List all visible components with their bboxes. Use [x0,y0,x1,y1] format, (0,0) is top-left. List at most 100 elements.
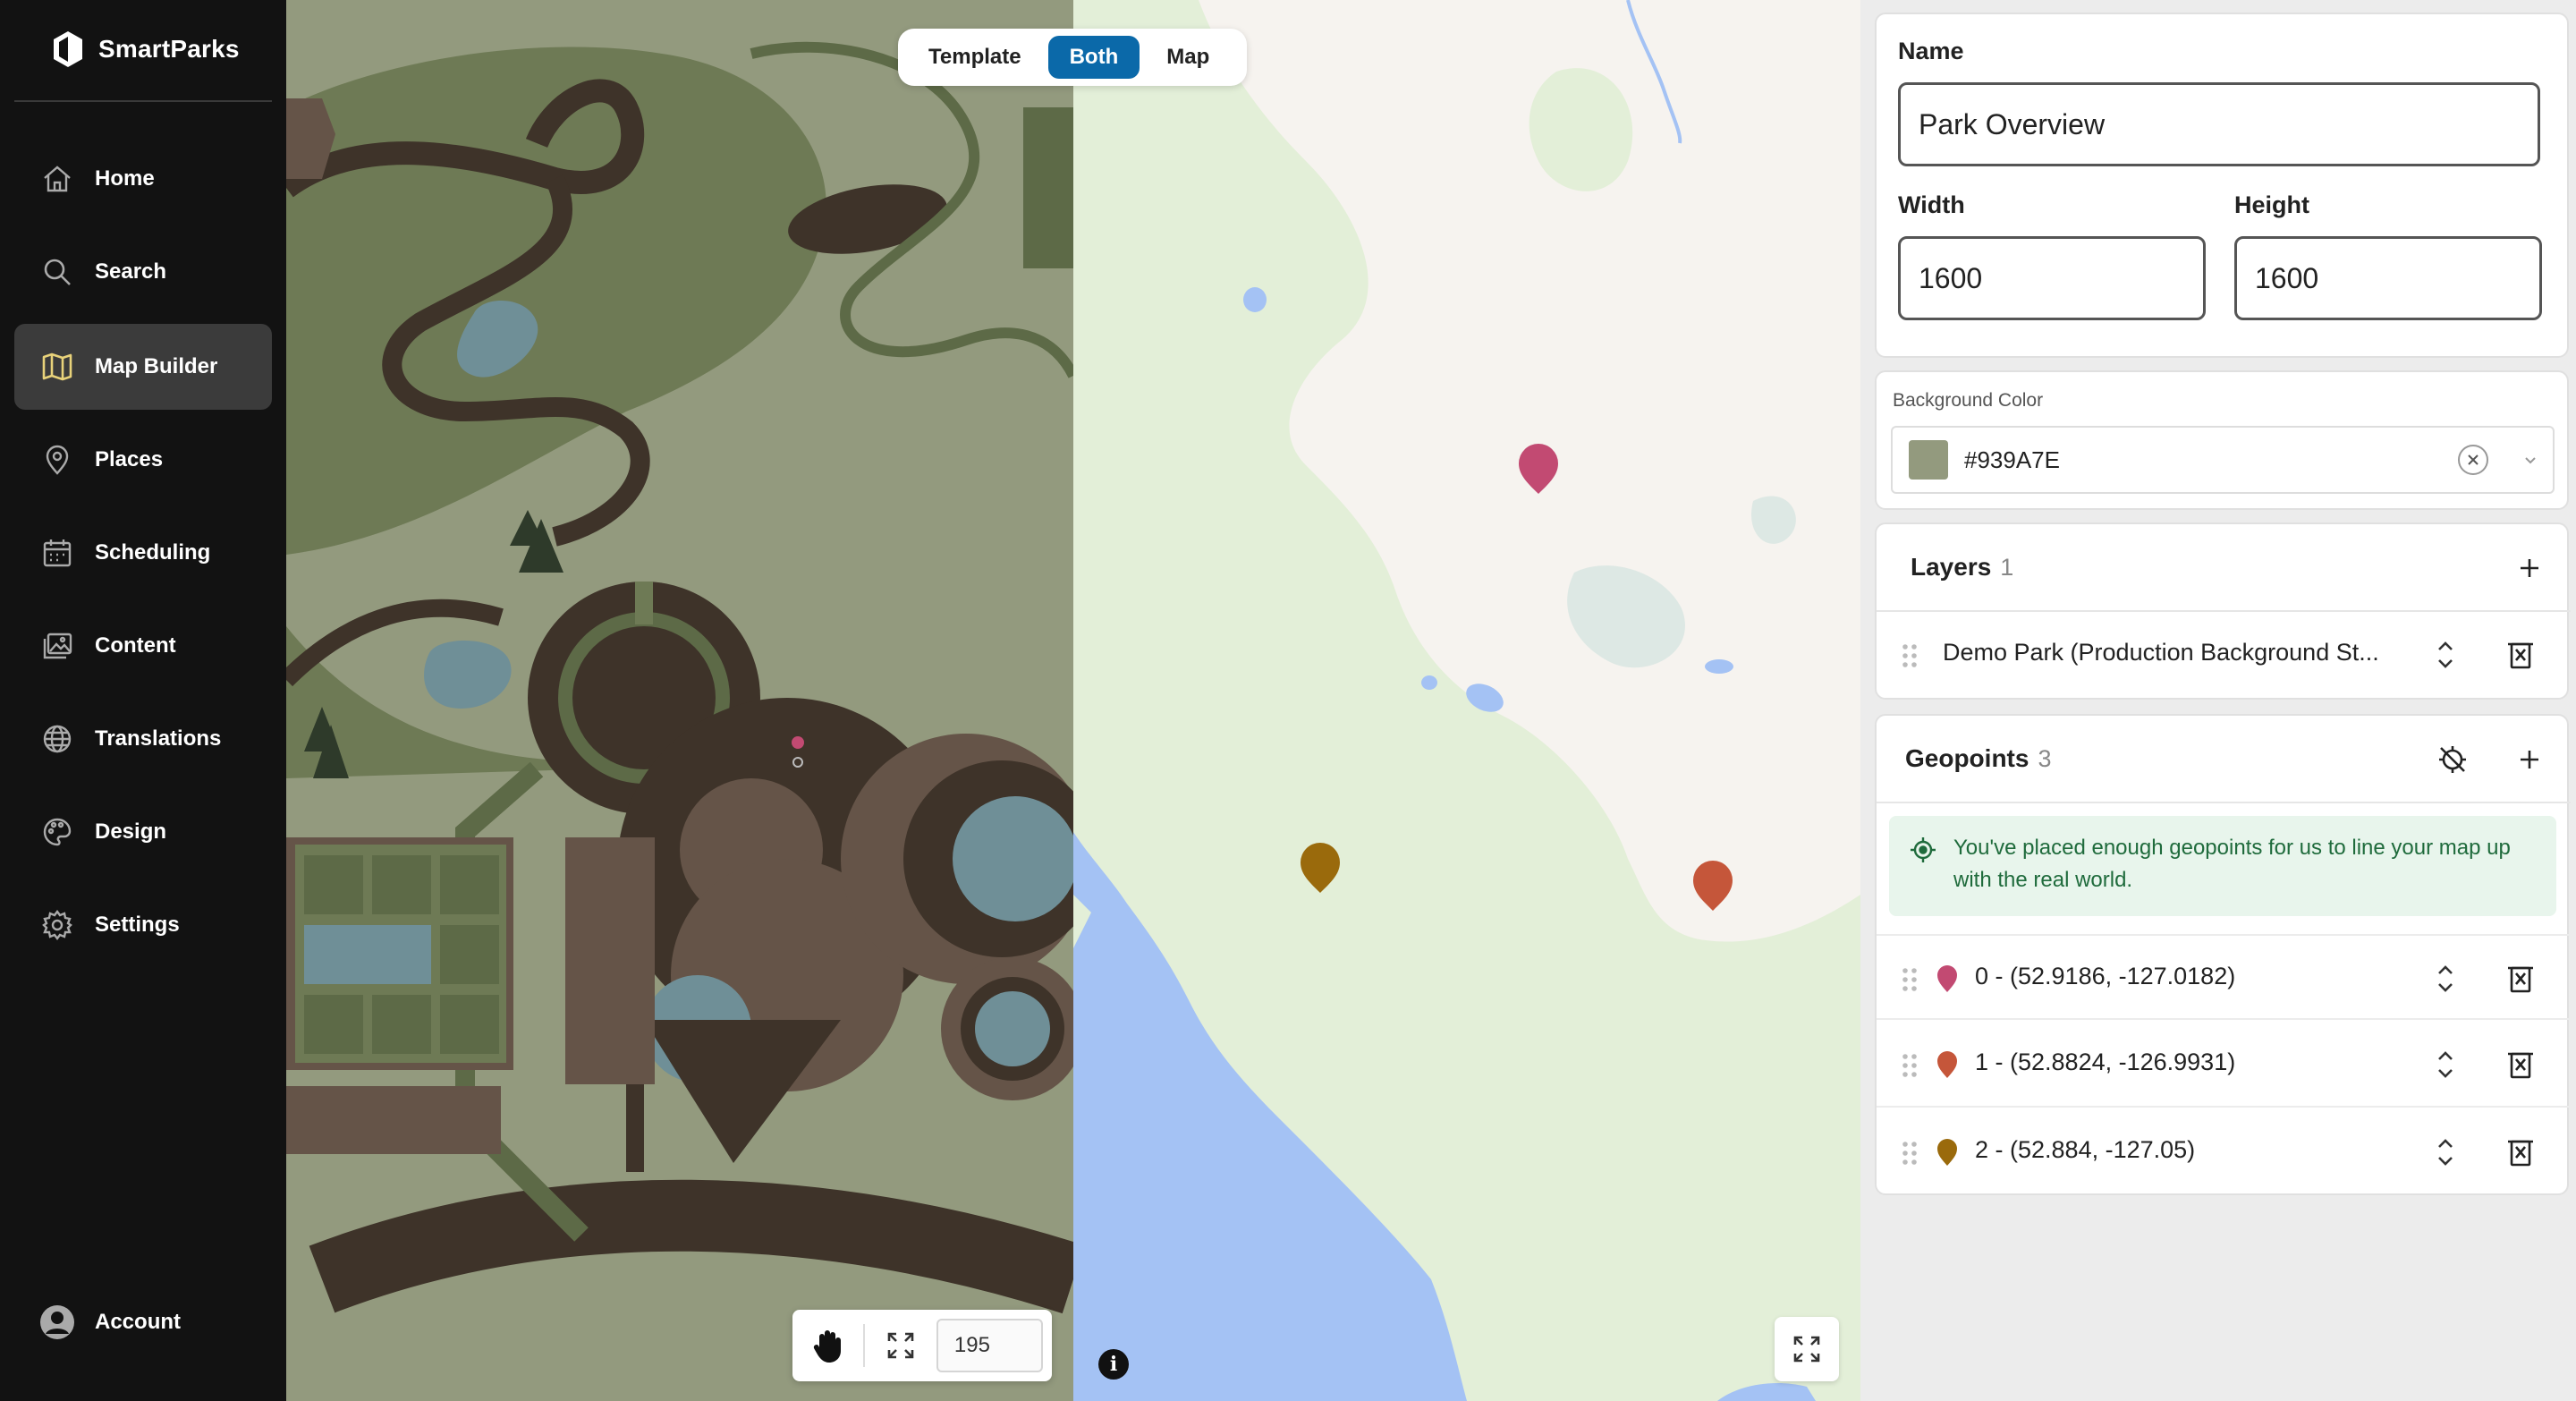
pin-icon [1937,1139,1957,1166]
delete-icon[interactable] [2503,637,2538,673]
images-icon [39,628,75,664]
close-icon [2468,454,2479,465]
canvas-toolbar: 195 [792,1310,1052,1381]
background-color-card: Background Color #939A7E [1875,370,2569,510]
nav-item-scheduling[interactable]: Scheduling [14,510,272,596]
real-world-map[interactable] [1073,0,1860,1401]
home-icon [39,161,75,197]
pan-tool-button[interactable] [801,1319,854,1372]
delete-icon[interactable] [2503,961,2538,997]
add-layer-button[interactable] [2508,547,2551,590]
delete-icon[interactable] [2503,1134,2538,1170]
geopoint-row[interactable]: 1 - (52.8824, -126.9931) [1877,1022,2571,1108]
search-icon [39,254,75,290]
pin-icon [1937,1051,1957,1078]
nav-item-translations[interactable]: Translations [14,696,272,782]
nav-item-settings[interactable]: Settings [14,882,272,968]
nav-label: Settings [95,913,180,937]
nav-item-search[interactable]: Search [14,229,272,315]
sidebar-divider [14,100,272,102]
height-label: Height [2234,191,2309,218]
nav-label: Scheduling [95,540,211,565]
info-icon[interactable]: i [1098,1349,1129,1380]
map-settings-card: Name Park Overview Width 1600 Height 160… [1875,13,2569,358]
reorder-icon[interactable] [2428,637,2463,673]
layer-label: Demo Park (Production Background St... [1943,639,2379,666]
reorder-icon[interactable] [2428,1047,2463,1083]
hand-icon [813,1330,841,1363]
drag-handle-icon[interactable] [1902,1140,1918,1167]
color-value: #939A7E [1964,446,2060,473]
calendar-icon [39,535,75,571]
brand-name: SmartParks [98,35,240,63]
color-swatch [1909,440,1948,480]
toolbar-divider [863,1324,866,1367]
nav-item-places[interactable]: Places [14,417,272,503]
geopoint-row[interactable]: 0 - (52.9186, -127.0182) [1877,934,2571,1020]
geopoints-card: Geopoints 3 You've placed enough geopoin… [1875,714,2571,1195]
park-template-artwork [286,41,1073,1314]
palette-icon [39,814,75,850]
nav-item-content[interactable]: Content [14,603,272,689]
geopoints-success-alert: You've placed enough geopoints for us to… [1889,816,2556,916]
clear-color-button[interactable] [2458,445,2488,475]
layer-row[interactable]: Demo Park (Production Background St... [1877,612,2571,698]
geopoint-label: 2 - (52.884, -127.05) [1975,1136,2196,1163]
layers-header: Layers 1 [1877,524,2571,612]
geopoints-header: Geopoints 3 [1877,716,2571,803]
gear-icon [39,907,75,943]
name-label: Name [1898,38,1964,64]
location-off-icon [2439,746,2466,773]
disable-alignment-button[interactable] [2431,738,2474,781]
geopoint-label: 1 - (52.8824, -126.9931) [1975,1049,2236,1075]
map-fullscreen-button[interactable] [1775,1317,1839,1381]
plus-icon [2521,751,2538,768]
add-geopoint-button[interactable] [2508,738,2551,781]
nav-item-account[interactable]: Account [14,1279,272,1365]
geopoint-marker-2 [1301,843,1340,893]
mode-both-button[interactable]: Both [1047,36,1140,79]
nav-label: Content [95,633,176,658]
properties-panel: Name Park Overview Width 1600 Height 160… [1860,0,2576,1401]
geopoints-title: Geopoints [1905,744,2029,772]
zoom-input[interactable]: 195 [936,1319,1043,1372]
expand-icon [887,1332,914,1359]
geopoints-count: 3 [2038,744,2052,772]
reorder-icon[interactable] [2428,961,2463,997]
drag-handle-icon[interactable] [1902,1052,1918,1079]
nav-label: Map Builder [95,354,218,378]
target-icon [1911,837,1936,862]
geopoint-row[interactable]: 2 - (52.884, -127.05) [1877,1109,2571,1195]
height-input[interactable]: 1600 [2234,236,2542,320]
reorder-icon[interactable] [2428,1134,2463,1170]
fit-to-screen-button[interactable] [874,1319,927,1372]
delete-icon[interactable] [2503,1047,2538,1083]
drag-handle-icon[interactable] [1902,966,1918,993]
logo-icon [54,31,82,67]
layers-count: 1 [2000,553,2014,581]
alert-text: You've placed enough geopoints for us to… [1953,836,2511,892]
width-input[interactable]: 1600 [1898,236,2206,320]
nav-item-design[interactable]: Design [14,789,272,875]
drag-handle-icon[interactable] [1902,642,1918,669]
nav-label: Design [95,819,167,844]
pin-icon [1937,965,1957,992]
account-icon [39,1304,75,1340]
nav-label: Account [95,1310,181,1334]
background-color-select[interactable]: #939A7E [1891,426,2555,494]
map-icon [39,349,75,385]
name-input[interactable]: Park Overview [1898,82,2540,166]
template-canvas[interactable] [286,0,1073,1401]
mode-template-button[interactable]: Template [907,36,1043,79]
nav-label: Places [95,447,164,471]
expand-icon [1793,1336,1820,1363]
width-label: Width [1898,191,1965,218]
mode-map-button[interactable]: Map [1145,36,1231,79]
geopoint-label: 0 - (52.9186, -127.0182) [1975,963,2236,989]
chevron-down-icon[interactable] [2522,454,2538,465]
brand[interactable]: SmartParks [50,27,240,72]
nav-item-home[interactable]: Home [14,136,272,222]
nav-item-map-builder[interactable]: Map Builder [14,324,272,410]
nav-label: Home [95,166,155,191]
basemap-artwork [1073,0,1860,1401]
